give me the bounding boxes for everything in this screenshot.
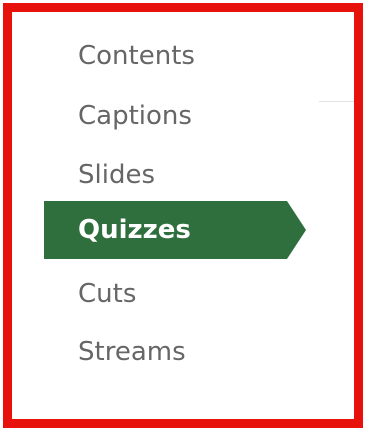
nav-item-quizzes[interactable]: Quizzes: [44, 201, 306, 259]
nav-item-streams[interactable]: Streams: [78, 332, 186, 372]
nav-item-cuts[interactable]: Cuts: [78, 274, 136, 314]
nav-item-slides[interactable]: Slides: [78, 155, 155, 195]
side-navigation: Contents Captions Slides Quizzes Cuts St…: [0, 0, 366, 431]
nav-item-contents[interactable]: Contents: [78, 36, 195, 76]
nav-item-captions[interactable]: Captions: [78, 96, 192, 136]
